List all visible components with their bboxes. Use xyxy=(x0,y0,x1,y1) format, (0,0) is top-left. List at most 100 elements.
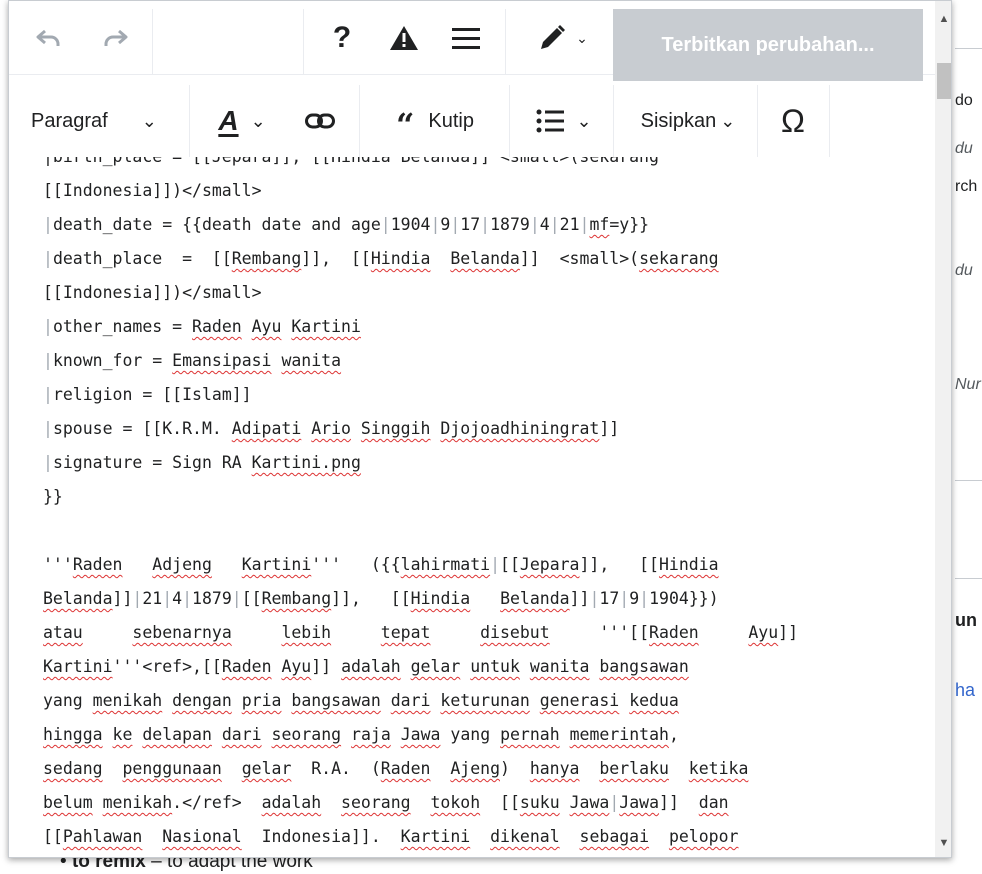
misspelled-word: ketika xyxy=(688,759,749,778)
notices-button[interactable] xyxy=(381,1,427,75)
pipe-character: | xyxy=(480,215,491,234)
pipe-character: | xyxy=(450,215,461,234)
source-text-segment: spouse = [[K.R.M. xyxy=(52,419,232,438)
format-toolbar: Paragraf ⌄ A ⌄ “ Kutip ⌄ Sisipkan ⌄ Ω xyxy=(9,85,951,157)
source-text-segment: 21 xyxy=(142,589,163,608)
source-text-segment xyxy=(272,351,282,370)
misspelled-word: Raden xyxy=(72,555,123,574)
misspelled-word: Jawa xyxy=(619,793,660,812)
misspelled-word: Hindia xyxy=(370,249,431,268)
pipe-character: | xyxy=(589,589,600,608)
source-text-segment xyxy=(430,623,480,642)
source-text-segment xyxy=(212,555,242,574)
source-text-segment: ]] xyxy=(659,793,699,812)
special-characters-button[interactable]: Ω xyxy=(765,85,821,157)
misspelled-word: Belanda xyxy=(450,249,520,268)
background-divider xyxy=(955,480,982,481)
source-line: |other_names = Raden Ayu Kartini xyxy=(43,310,917,344)
source-text-segment xyxy=(589,657,599,676)
source-text-segment: ]] xyxy=(778,623,799,642)
scroll-down-arrow-icon[interactable]: ▼ xyxy=(935,833,951,853)
chevron-down-icon: ⌄ xyxy=(250,110,266,131)
help-button[interactable]: ? xyxy=(319,1,365,75)
pipe-character: | xyxy=(619,589,630,608)
source-text-segment: =y}} xyxy=(609,215,650,234)
misspelled-word: pelopor xyxy=(668,827,739,846)
misspelled-word: Pahlawan xyxy=(62,827,143,846)
misspelled-word: Jawa xyxy=(569,793,610,812)
source-text-segment: ]] xyxy=(311,657,342,676)
pipe-character: | xyxy=(43,249,53,268)
source-text-segment xyxy=(232,691,242,710)
source-text-segment: 1904}}) xyxy=(649,589,719,608)
toolbar-separator xyxy=(189,85,190,157)
misspelled-word: hanya xyxy=(529,759,580,778)
quote-icon: “ xyxy=(396,106,415,144)
undo-button[interactable] xyxy=(23,1,73,75)
misspelled-word: penggunaan xyxy=(122,759,222,778)
background-link-fragment[interactable]: ha xyxy=(955,680,975,701)
source-line: atau sebenarnya lebih tepat disebut '''[… xyxy=(43,616,917,650)
source-line: |signature = Sign RA Kartini.png xyxy=(43,446,917,480)
misspelled-word: Djojoadhiningrat xyxy=(440,419,600,438)
misspelled-word: tepat xyxy=(380,623,431,642)
scrollbar[interactable]: ▲ ▼ xyxy=(935,1,951,857)
paragraph-dropdown[interactable]: Paragraf ⌄ xyxy=(19,85,185,157)
background-heading-fragment: un xyxy=(955,610,977,630)
misspelled-word: wanita xyxy=(529,657,590,676)
source-line: Belanda]]|21|4|1879|[[Rembang]], [[Hindi… xyxy=(43,582,917,616)
pipe-character: | xyxy=(43,317,53,336)
misspelled-word: gelar xyxy=(410,657,461,676)
quote-button[interactable]: “ Kutip xyxy=(367,85,503,157)
source-text-segment: 4 xyxy=(539,215,550,234)
misspelled-word: Belanda xyxy=(500,589,570,608)
misspelled-word: Ayu xyxy=(281,657,312,676)
source-text-segment xyxy=(162,691,172,710)
source-text-segment: ]] xyxy=(569,589,590,608)
source-text-segment: ]] <small>( xyxy=(519,249,640,268)
publish-changes-button[interactable]: Terbitkan perubahan... xyxy=(613,9,923,81)
list-dropdown[interactable]: ⌄ xyxy=(519,85,609,157)
source-text-segment: 17 xyxy=(599,589,620,608)
toolbar-separator xyxy=(829,85,830,157)
scroll-up-arrow-icon[interactable]: ▲ xyxy=(935,9,951,29)
misspelled-word: berlaku xyxy=(599,759,669,778)
source-line: '''Raden Adjeng Kartini''' ({{lahirmati|… xyxy=(43,548,917,582)
source-text-segment: known_for = xyxy=(52,351,173,370)
misspelled-word: adalah xyxy=(261,793,322,812)
insert-dropdown[interactable]: Sisipkan ⌄ xyxy=(621,85,755,157)
scrollbar-thumb[interactable] xyxy=(937,63,951,99)
source-text-segment xyxy=(560,793,570,812)
link-button[interactable] xyxy=(289,85,351,157)
source-line: |spouse = [[K.R.M. Adipati Ario Singgih … xyxy=(43,412,917,446)
source-text-segment: yang xyxy=(43,691,93,710)
source-text-segment: .</ref> xyxy=(172,793,262,812)
page-options-button[interactable] xyxy=(441,1,491,75)
menu-icon xyxy=(452,28,480,49)
redo-button[interactable] xyxy=(91,1,141,75)
source-text-segment: death_place = [[ xyxy=(52,249,232,268)
source-text-segment xyxy=(430,249,450,268)
source-line: |religion = [[Islam]] xyxy=(43,378,917,412)
source-text-segment: 1904 xyxy=(390,215,431,234)
alert-icon xyxy=(390,26,418,50)
link-icon xyxy=(305,113,335,129)
background-divider xyxy=(955,48,982,49)
source-line: sedang penggunaan gelar R.A. (Raden Ajen… xyxy=(43,752,917,786)
source-text-segment: Indonesia]]. xyxy=(241,827,401,846)
text-style-dropdown[interactable]: A ⌄ xyxy=(201,85,283,157)
background-divider xyxy=(955,578,982,579)
misspelled-word: Rembang xyxy=(261,589,332,608)
source-text-segment: ]], [[ xyxy=(301,249,371,268)
source-text-segment: ]], [[ xyxy=(331,589,411,608)
misspelled-word: Ayu xyxy=(251,317,282,336)
source-text-segment xyxy=(122,555,152,574)
source-text-segment xyxy=(530,691,540,710)
text-style-icon: A xyxy=(218,105,239,136)
source-text-segment: }} xyxy=(43,487,63,506)
source-text-segment xyxy=(262,725,272,744)
misspelled-word: keturunan xyxy=(440,691,530,710)
edit-mode-switch[interactable]: ⌄ xyxy=(517,1,609,75)
source-text-segment xyxy=(83,623,133,642)
wikitext-source-area[interactable]: |birth_place = [[Jepara]], [[Hindia Bela… xyxy=(17,157,917,857)
